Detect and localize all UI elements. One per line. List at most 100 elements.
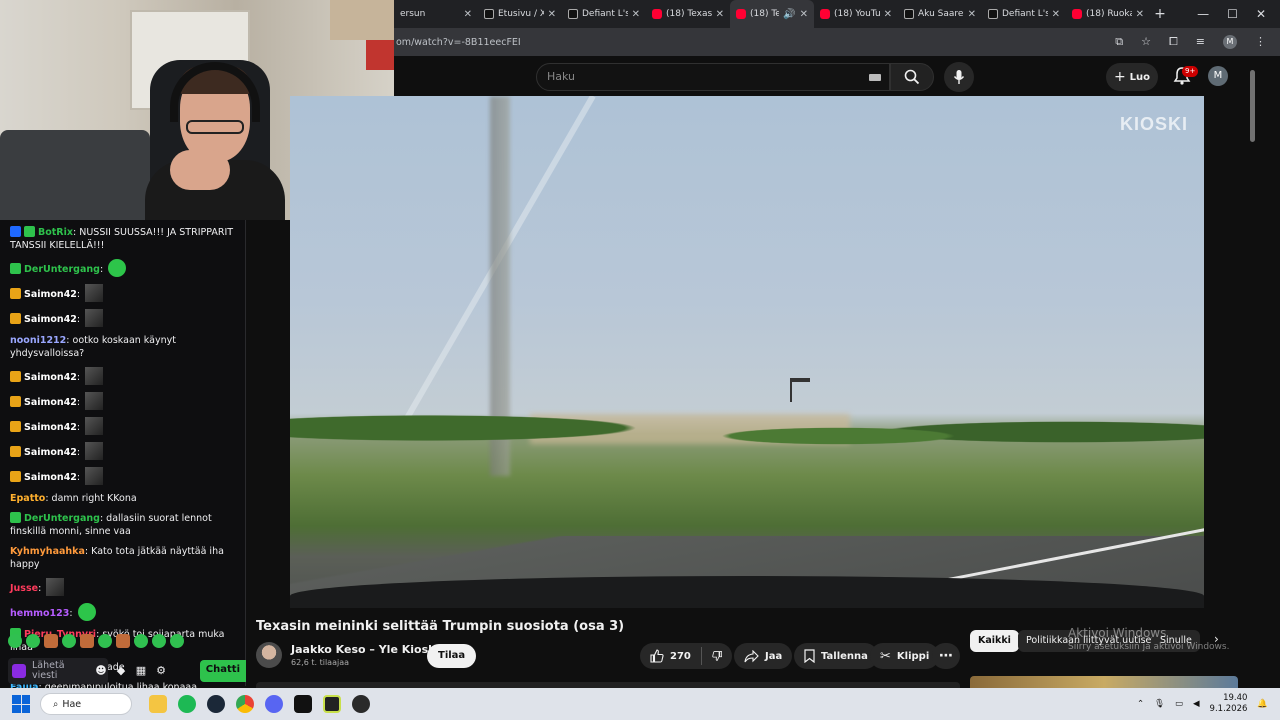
volume-icon[interactable]: ◀ [1193, 699, 1200, 709]
x-app-icon[interactable] [294, 695, 312, 713]
screen: BotRix: NUSSII SUUSSA!!! JA STRIPPARIT T… [0, 0, 1280, 720]
discord-icon[interactable] [265, 695, 283, 713]
new-tab-plus-icon[interactable]: + [1150, 6, 1170, 22]
chat-username[interactable]: DerUntergang [24, 264, 100, 275]
chip-all[interactable]: Kaikki [970, 630, 1019, 652]
browser-profile-avatar[interactable]: M [1223, 35, 1237, 49]
browser-menu-icon[interactable]: ⋮ [1255, 35, 1266, 49]
like-button[interactable]: 270 [650, 649, 691, 663]
emote-icon[interactable] [170, 634, 184, 648]
close-window-icon[interactable]: ✕ [1256, 7, 1266, 21]
clock[interactable]: 19.40 9.1.2026 [1210, 693, 1248, 715]
browser-tab[interactable]: Aku Saare ✕ [898, 0, 982, 28]
browser-tab[interactable]: (18) Te 🔊 ✕ [730, 0, 814, 28]
chat-username[interactable]: Saimon42 [24, 372, 77, 383]
browser-tab[interactable]: Defiant L's ✕ [982, 0, 1066, 28]
microphone-icon[interactable]: 🎙 [1154, 699, 1165, 709]
x-favicon-icon [988, 9, 998, 19]
chat-username[interactable]: nooni1212 [10, 335, 66, 346]
channel-name[interactable]: Jaakko Keso – Yle Kioski [291, 643, 439, 656]
chat-username[interactable]: Epatto [10, 493, 45, 504]
windows-start-icon[interactable] [12, 695, 30, 713]
bookmark-star-icon[interactable]: ☆ [1141, 35, 1151, 49]
close-tab-icon[interactable]: ✕ [632, 9, 640, 20]
settings-gear-icon[interactable]: ⚙ [154, 664, 168, 678]
clip-button[interactable]: ✂ Klippi [870, 643, 940, 669]
emote-icon[interactable] [8, 634, 22, 648]
emote-icon[interactable] [44, 634, 58, 648]
badge-icon[interactable] [12, 664, 26, 678]
rider-icon[interactable] [323, 695, 341, 713]
emote-icon[interactable] [152, 634, 166, 648]
spotify-icon[interactable] [178, 695, 196, 713]
browser-tab[interactable]: Etusivu / X ✕ [478, 0, 562, 28]
browser-tab[interactable]: (18) Texas ✕ [646, 0, 730, 28]
emoji-icon[interactable]: ☻ [94, 664, 108, 678]
chat-username[interactable]: BotRix [38, 227, 73, 238]
chat-input[interactable]: Lähetä viesti ☻ [8, 658, 108, 684]
steam-icon[interactable] [207, 695, 225, 713]
emote-icon[interactable] [62, 634, 76, 648]
close-tab-icon[interactable]: ✕ [548, 9, 556, 20]
chrome-icon[interactable] [236, 695, 254, 713]
browser-tab[interactable]: (18) Ruoka ✕ [1066, 0, 1150, 28]
chat-username[interactable]: hemmo123 [10, 608, 69, 619]
chat-username[interactable]: Saimon42 [24, 289, 77, 300]
page-scrollbar[interactable] [1250, 70, 1255, 142]
notification-bell-icon[interactable]: 🔔 [1257, 699, 1268, 709]
browser-tab[interactable]: (18) YouTu ✕ [814, 0, 898, 28]
close-tab-icon[interactable]: ✕ [800, 9, 808, 20]
subscribe-button[interactable]: Tilaa [427, 644, 477, 668]
speaker-icon[interactable]: 🔊 [783, 9, 795, 20]
chat-username[interactable]: Saimon42 [24, 314, 77, 325]
chat-username[interactable]: Saimon42 [24, 447, 77, 458]
chat-username[interactable]: Kyhmyhaahka [10, 546, 85, 557]
minimize-icon[interactable]: — [1197, 7, 1209, 21]
maximize-icon[interactable]: ☐ [1227, 7, 1238, 21]
close-tab-icon[interactable]: ✕ [716, 9, 724, 20]
chat-username[interactable]: Saimon42 [24, 397, 77, 408]
voice-search-button[interactable] [944, 62, 974, 92]
chat-send-button[interactable]: Chatti [199, 660, 246, 682]
chevron-up-icon[interactable]: ⌃ [1137, 699, 1144, 709]
recommended-thumbnail[interactable] [970, 676, 1238, 688]
emote-icon[interactable] [116, 634, 130, 648]
obs-icon[interactable] [352, 695, 370, 713]
channel-avatar[interactable] [256, 642, 282, 668]
emote-icon[interactable] [26, 634, 40, 648]
browser-tab[interactable]: Defiant L's ✕ [562, 0, 646, 28]
video-player[interactable]: KIOSKI [290, 96, 1204, 608]
chat-username[interactable]: DerUntergang [24, 513, 100, 524]
chat-username[interactable]: Jusse [10, 583, 38, 594]
emote-icon[interactable] [80, 634, 94, 648]
browser-tab[interactable]: ersun ✕ [394, 0, 478, 28]
share-button[interactable]: Jaa [734, 643, 793, 669]
search-button[interactable] [890, 63, 934, 91]
url-field[interactable]: om/watch?v=-8B11eecFEI [394, 37, 1115, 48]
chat-username[interactable]: Saimon42 [24, 472, 77, 483]
close-tab-icon[interactable]: ✕ [464, 9, 472, 20]
media-controls-icon[interactable]: ≡ [1196, 35, 1205, 49]
close-tab-icon[interactable]: ✕ [884, 9, 892, 20]
install-app-icon[interactable]: ⧉ [1115, 35, 1123, 49]
search-input[interactable]: Haku [536, 63, 890, 91]
keyboard-icon[interactable] [869, 74, 881, 81]
create-button[interactable]: + Luo [1106, 63, 1158, 91]
close-tab-icon[interactable]: ✕ [1052, 9, 1060, 20]
file-explorer-icon[interactable] [149, 695, 167, 713]
more-actions-button[interactable]: ⋯ [932, 643, 960, 669]
emote-icon[interactable] [134, 634, 148, 648]
close-tab-icon[interactable]: ✕ [968, 9, 976, 20]
chat-messages: BotRix: NUSSII SUUSSA!!! JA STRIPPARIT T… [0, 226, 246, 693]
store-icon[interactable]: ▦ [134, 664, 148, 678]
close-tab-icon[interactable]: ✕ [1136, 9, 1144, 20]
save-button[interactable]: Tallenna [794, 643, 878, 669]
account-avatar[interactable]: M [1208, 66, 1228, 86]
taskbar-search[interactable]: ⌕ Hae [40, 693, 132, 715]
extensions-icon[interactable]: ⧠ [1169, 35, 1178, 49]
thumbs-down-icon[interactable] [711, 649, 722, 663]
network-icon[interactable]: ▭ [1175, 699, 1183, 709]
chat-username[interactable]: Saimon42 [24, 422, 77, 433]
emote-icon[interactable] [98, 634, 112, 648]
bits-icon[interactable]: ◆ [114, 664, 128, 678]
